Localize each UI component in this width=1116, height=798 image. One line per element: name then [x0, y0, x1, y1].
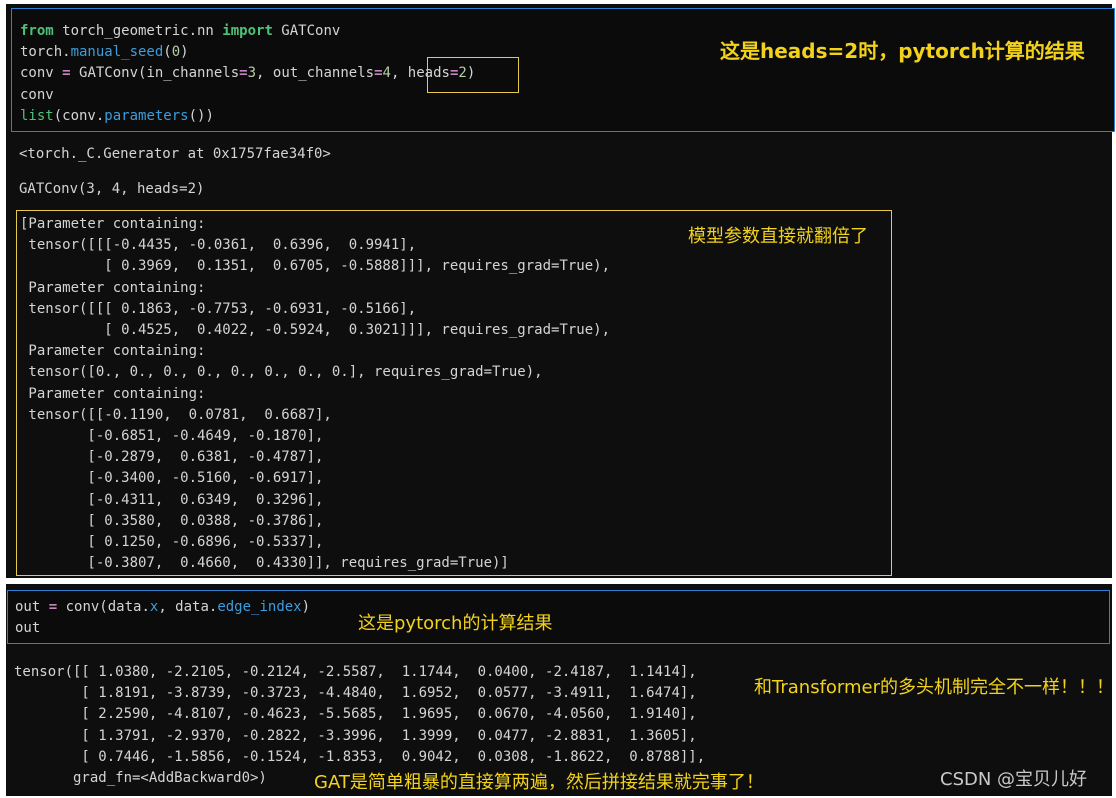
annotation-gat-repeat: GAT是简单粗暴的直接算两遍，然后拼接结果就完事了！ [314, 772, 764, 793]
data-edge-index: edge_index [217, 599, 302, 615]
out-channels-value: 4 [382, 65, 391, 82]
kwarg-eq-2: = [374, 65, 383, 82]
conv-call: GATConv(in_channels [70, 65, 240, 82]
out-echo: out [15, 620, 41, 637]
import-name: GATConv [272, 23, 341, 39]
notebook-panel-bottom: out = conv(data.x, data.edge_index) out … [6, 584, 1115, 796]
list-b: ()) [188, 107, 214, 124]
in-channels-value: 3 [247, 65, 257, 82]
output-generator: <torch._C.Generator at 0x1757fae34f0> [19, 146, 331, 162]
seed-close: ) [180, 44, 189, 61]
annotation-heads-result: 这是heads=2时，pytorch计算的结果 [720, 39, 1085, 63]
kwarg-eq-1: = [239, 65, 248, 82]
keyword-from: from [20, 23, 54, 39]
notebook-panel-top: from torch_geometric.nn import GATConv t… [6, 4, 1115, 578]
seed-open: ( [163, 44, 172, 61]
module-name: torch_geometric.nn [53, 23, 223, 39]
output-parameters-list: [Parameter containing: tensor([[[-0.4435… [20, 216, 611, 572]
code-cell-2[interactable]: out = conv(data.x, data.edge_index) out … [7, 590, 1110, 644]
csdn-watermark: CSDN @宝贝儿好 [940, 769, 1088, 790]
assign-op-2: = [48, 599, 58, 615]
conv-lhs: conv [20, 65, 63, 82]
list-a: (conv. [53, 107, 105, 124]
code-cell-1[interactable]: from torch_geometric.nn import GATConv t… [11, 8, 1115, 132]
heads-highlight-box [427, 57, 519, 93]
conv-call-sep: , data. [158, 599, 218, 615]
annotation-pytorch-result: 这是pytorch的计算结果 [358, 613, 553, 634]
seed-function: manual_seed [70, 44, 164, 61]
out-lhs: out [15, 599, 49, 615]
conv-mid: , out_channels [256, 65, 375, 82]
list-builtin: list [20, 107, 54, 124]
conv-echo: conv [20, 86, 54, 103]
code-cell-1-source[interactable]: from torch_geometric.nn import GATConv t… [20, 21, 475, 127]
keyword-import: import [222, 23, 273, 39]
assign-op: = [62, 65, 71, 82]
code-cell-2-source[interactable]: out = conv(data.x, data.edge_index) out [15, 597, 310, 639]
parameters-function: parameters [104, 107, 189, 124]
seed-arg: 0 [171, 44, 181, 61]
conv-call-2: conv(data. [57, 599, 150, 615]
annotation-params-doubled: 模型参数直接就翻倍了 [688, 226, 868, 247]
annotation-not-transformer: 和Transformer的多头机制完全不一样！！！ [754, 677, 1115, 698]
seed-object: torch. [20, 44, 71, 61]
conv-call-end: ) [301, 599, 311, 615]
output-gatconv-repr: GATConv(3, 4, heads=2) [19, 181, 205, 197]
